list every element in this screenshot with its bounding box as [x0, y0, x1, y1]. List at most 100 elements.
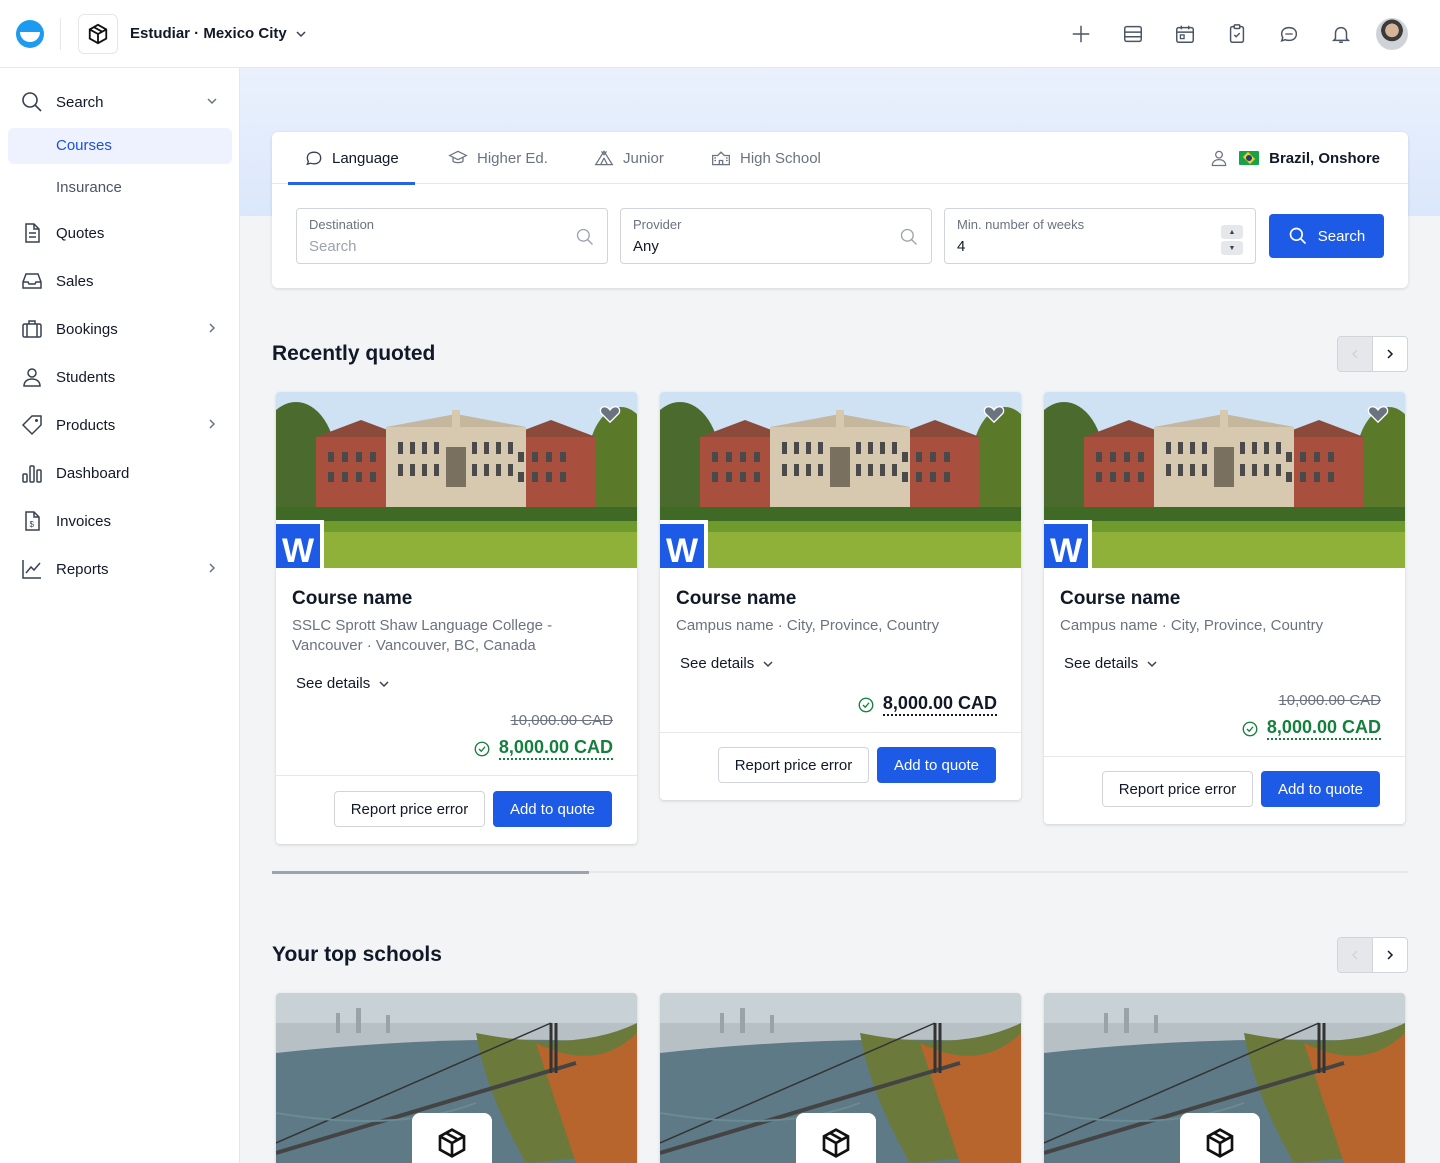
weeks-field[interactable]: Min. number of weeks 4 ▲ ▼: [944, 208, 1256, 264]
report-price-error-button[interactable]: Report price error: [1102, 771, 1253, 807]
sidebar-item-bookings[interactable]: Bookings: [8, 311, 232, 347]
heart-icon[interactable]: [1367, 404, 1389, 424]
weeks-value[interactable]: 4: [957, 238, 1207, 255]
provider-value[interactable]: Any: [633, 238, 883, 255]
section-title-top-schools: Your top schools: [272, 943, 442, 966]
tab-high-school[interactable]: High School: [694, 132, 837, 184]
sidebar-item-label: Bookings: [56, 320, 118, 338]
stepper-down-icon[interactable]: ▼: [1221, 241, 1243, 255]
chevron-right-icon: [209, 563, 216, 573]
line-chart-icon: [22, 560, 41, 579]
course-title: Course name: [292, 588, 413, 609]
chevron-left-icon: [1351, 950, 1358, 960]
sidebar-item-reports[interactable]: Reports: [8, 551, 232, 587]
chat-icon[interactable]: [1272, 17, 1306, 51]
sidebar-item-search[interactable]: Search: [8, 84, 232, 120]
destination-field[interactable]: Destination: [296, 208, 608, 264]
course-image: W: [1044, 392, 1405, 568]
stepper-up-icon[interactable]: ▲: [1221, 225, 1243, 239]
carousel-nav-top-schools: [1337, 937, 1408, 973]
carousel-next-button[interactable]: [1373, 337, 1407, 371]
search-icon: [900, 228, 917, 245]
plus-icon[interactable]: [1064, 17, 1098, 51]
see-details-toggle[interactable]: See details: [680, 655, 774, 672]
sidebar-item-label: Courses: [56, 137, 112, 154]
discounted-price[interactable]: 8,000.00 CAD: [857, 693, 997, 716]
sidebar-item-products[interactable]: Products: [8, 407, 232, 443]
add-to-quote-button[interactable]: Add to quote: [493, 791, 612, 827]
carousel-scrollbar[interactable]: [272, 871, 1408, 874]
carousel-scrollbar-thumb[interactable]: [272, 871, 589, 874]
check-badge-icon: [1242, 721, 1258, 736]
school-card[interactable]: [276, 993, 637, 1163]
course-title: Course name: [676, 588, 797, 609]
search-icon: [1289, 227, 1306, 245]
agency-logo[interactable]: [78, 14, 118, 54]
school-card[interactable]: [660, 993, 1021, 1163]
cube-icon: [1206, 1128, 1234, 1158]
quantity-stepper[interactable]: ▲ ▼: [1221, 225, 1243, 255]
calendar-icon[interactable]: [1168, 17, 1202, 51]
campus-photo: [276, 392, 637, 568]
search-button[interactable]: Search: [1269, 214, 1384, 258]
brand-logo[interactable]: [16, 20, 44, 48]
chevron-right-icon: [1387, 950, 1394, 960]
sidebar-item-sales[interactable]: Sales: [8, 263, 232, 299]
see-details-toggle[interactable]: See details: [296, 675, 390, 692]
sidebar-item-insurance[interactable]: Insurance: [8, 170, 232, 206]
tray-icon: [22, 273, 42, 289]
invoice-icon: $: [25, 511, 40, 531]
course-card: W Course name Campus name · City, Provin…: [1044, 392, 1405, 824]
sidebar-item-label: Reports: [56, 560, 109, 578]
card-divider: [660, 732, 1021, 733]
provider-field[interactable]: Provider Any: [620, 208, 932, 264]
sidebar-item-quotes[interactable]: Quotes: [8, 215, 232, 251]
carousel-prev-button[interactable]: [1338, 938, 1373, 972]
sidebar-item-label: Students: [56, 368, 116, 386]
graduation-cap-icon: [448, 150, 468, 164]
carousel-next-button[interactable]: [1373, 938, 1407, 972]
see-details-toggle[interactable]: See details: [1064, 655, 1158, 672]
tab-junior[interactable]: Junior: [577, 132, 680, 184]
check-badge-icon: [858, 697, 874, 712]
sidebar-item-students[interactable]: Students: [8, 359, 232, 395]
destination-input[interactable]: [309, 238, 559, 255]
report-price-error-button[interactable]: Report price error: [334, 791, 485, 827]
sidebar-item-label: Insurance: [56, 179, 122, 196]
discounted-price[interactable]: 8,000.00 CAD: [473, 737, 613, 760]
agency-name: Estudiar · Mexico City: [130, 25, 287, 42]
sidebar-item-label: Search: [56, 93, 104, 111]
sidebar-item-invoices[interactable]: $ Invoices: [8, 503, 232, 539]
course-location: Campus name · City, Province, Country: [676, 617, 940, 634]
bell-icon[interactable]: [1324, 17, 1358, 51]
chevron-down-icon: [296, 30, 306, 37]
sidebar-item-dashboard[interactable]: Dashboard: [8, 455, 232, 491]
divider: [60, 18, 61, 50]
inbox-icon[interactable]: [1116, 17, 1150, 51]
tab-higher-ed[interactable]: Higher Ed.: [431, 132, 564, 184]
chevron-right-icon: [209, 419, 216, 429]
agency-switcher[interactable]: Estudiar · Mexico City: [130, 25, 307, 42]
add-to-quote-button[interactable]: Add to quote: [877, 747, 996, 783]
course-image: W: [276, 392, 637, 568]
add-to-quote-button[interactable]: Add to quote: [1261, 771, 1380, 807]
discounted-price[interactable]: 8,000.00 CAD: [1241, 717, 1381, 740]
search-icon: [22, 92, 42, 112]
course-card: W Course name SSLC Sprott Shaw Language …: [276, 392, 637, 844]
report-price-error-button[interactable]: Report price error: [718, 747, 869, 783]
heart-icon[interactable]: [983, 404, 1005, 424]
sidebar-item-courses[interactable]: Courses: [8, 128, 232, 164]
carousel-prev-button[interactable]: [1338, 337, 1373, 371]
avatar[interactable]: [1376, 18, 1408, 50]
provider-logo-letter: W: [660, 524, 704, 568]
market-selector[interactable]: Brazil, Onshore: [1209, 148, 1380, 168]
clipboard-check-icon[interactable]: [1220, 17, 1254, 51]
sidebar-item-label: Quotes: [56, 224, 105, 242]
check-badge-icon: [474, 741, 490, 756]
heart-icon[interactable]: [599, 404, 621, 424]
tab-language[interactable]: Language: [288, 132, 415, 185]
original-price: 10,000.00 CAD: [510, 712, 613, 729]
course-location: Campus name · City, Province, Country: [1060, 617, 1324, 634]
svg-text:$: $: [30, 520, 35, 529]
school-card[interactable]: [1044, 993, 1405, 1163]
